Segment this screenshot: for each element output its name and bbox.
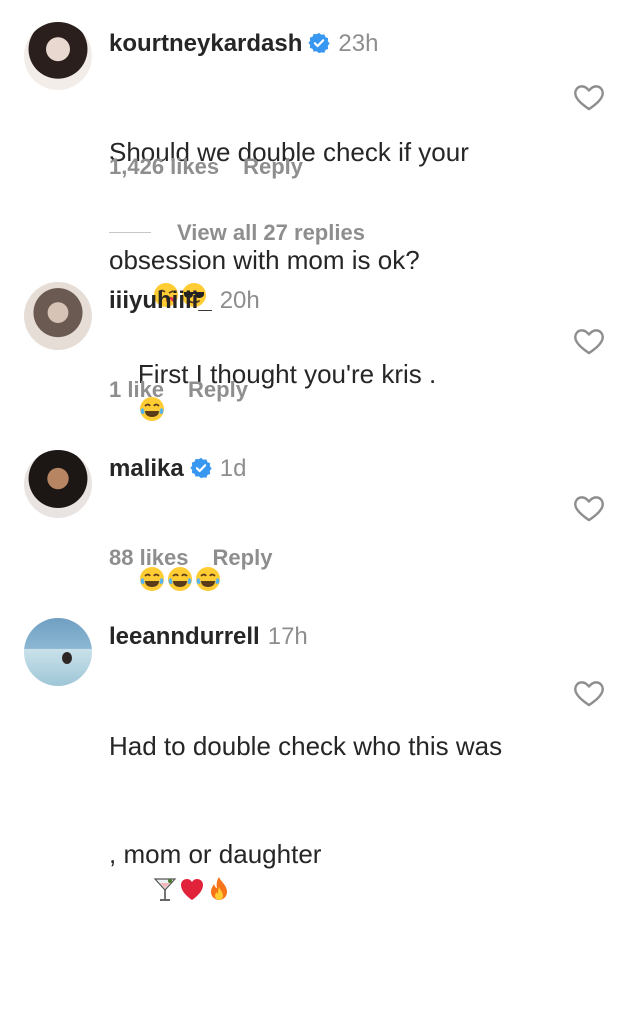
comment-actions: 1,426 likes Reply	[109, 154, 303, 180]
fire-emoji	[211, 877, 228, 900]
likes-count[interactable]: 1,426 likes	[109, 154, 219, 179]
avatar[interactable]	[24, 282, 92, 350]
like-heart-icon[interactable]	[572, 324, 606, 358]
comment-actions: 88 likes Reply	[109, 545, 272, 571]
view-replies-button[interactable]: View all 27 replies	[177, 220, 365, 246]
likes-count[interactable]: 88 likes	[109, 545, 189, 570]
timestamp: 1d	[219, 455, 247, 482]
avatar[interactable]	[24, 22, 92, 90]
comment-text-line: Had to double check who this was	[109, 731, 503, 761]
verified-badge-icon	[308, 32, 331, 54]
comment-meta: malika 1d	[109, 455, 246, 483]
comment-meta: kourtneykardash 23h	[109, 30, 378, 58]
timestamp: 20h	[219, 287, 260, 314]
like-heart-icon[interactable]	[572, 676, 606, 710]
comment-actions: 1 like Reply	[109, 377, 248, 403]
comment-text: Had to double check who this was , mom o…	[109, 656, 559, 1016]
replies-divider	[109, 232, 151, 233]
red-heart-emoji	[181, 879, 204, 900]
cocktail-emoji	[153, 878, 177, 901]
verified-badge-icon	[190, 457, 212, 479]
comment-meta: leeanndurrell 17h	[109, 623, 308, 651]
reply-button[interactable]: Reply	[213, 545, 273, 570]
avatar-figure	[62, 652, 72, 664]
avatar[interactable]	[24, 450, 92, 518]
like-heart-icon[interactable]	[572, 80, 606, 114]
timestamp: 23h	[338, 30, 379, 57]
likes-count[interactable]: 1 like	[109, 377, 164, 402]
username[interactable]: malika	[109, 455, 184, 482]
username[interactable]: leeanndurrell	[109, 623, 260, 650]
username[interactable]: kourtneykardash	[109, 30, 302, 57]
comment-text-line: , mom or daughter	[109, 839, 322, 869]
like-heart-icon[interactable]	[572, 491, 606, 525]
comment-text-line-with-emoji: , mom or daughter	[109, 836, 559, 944]
reply-button[interactable]: Reply	[243, 154, 303, 179]
timestamp: 17h	[267, 623, 308, 650]
username[interactable]: iiiyuhiiii_	[109, 287, 212, 314]
comment-meta: iiiyuhiiii_ 20h	[109, 287, 260, 315]
reply-button[interactable]: Reply	[188, 377, 248, 402]
avatar[interactable]	[24, 618, 92, 686]
comment-text-line: obsession with mom is ok?	[109, 245, 420, 275]
